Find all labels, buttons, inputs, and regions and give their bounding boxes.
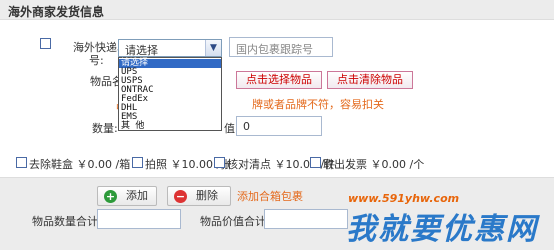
value-total-input[interactable] <box>264 209 348 229</box>
add-button-label: 添加 <box>126 189 148 202</box>
section-title: 海外商家发货信息 <box>8 5 105 19</box>
clear-goods-button[interactable]: 点击清除物品 <box>327 71 413 89</box>
goods-warning: 牌或者品牌不符，容易扣关 <box>252 98 384 111</box>
domestic-tracking-input[interactable]: 国内包裹跟踪号 <box>229 37 333 57</box>
fee-checkbox-photo[interactable] <box>132 157 143 168</box>
qty-label: 数量: <box>92 122 118 135</box>
fee-checkbox-check[interactable] <box>214 157 225 168</box>
add-button[interactable]: + 添加 <box>97 186 157 206</box>
tracking-label-cont: 号: <box>89 54 104 67</box>
pick-goods-button[interactable]: 点击选择物品 <box>236 71 322 89</box>
tracking-checkbox[interactable] <box>40 38 51 49</box>
fee-checkbox-shoebox[interactable] <box>16 157 27 168</box>
fee-checkbox-invoice[interactable] <box>310 157 321 168</box>
carrier-select-value: 请选择 <box>125 44 158 57</box>
watermark-text: 我就要优惠网 <box>346 212 538 247</box>
carrier-option[interactable]: 其 他 <box>119 122 221 131</box>
fee-shoebox-label: 去除鞋盒 ￥0.00 /箱 <box>29 158 131 171</box>
qty-total-input[interactable] <box>97 209 181 229</box>
fee-invoice-label: 取出发票 ￥0.00 /个 <box>323 158 425 171</box>
value-input-text: 0 <box>243 120 250 133</box>
add-combined-link[interactable]: 添加合箱包裹 <box>237 188 303 204</box>
plus-icon: + <box>104 190 117 203</box>
value-input[interactable]: 0 <box>236 116 322 136</box>
delete-button-label: 删除 <box>196 189 218 202</box>
minus-icon: − <box>174 190 187 203</box>
section-header: 海外商家发货信息 <box>0 0 554 20</box>
carrier-dropdown-list[interactable]: 请选择 UPS USPS ONTRAC FedEx DHL EMS 其 他 <box>118 57 222 131</box>
chevron-down-icon[interactable]: ▼ <box>205 40 221 56</box>
value-total-label: 物品价值合计: <box>200 215 270 228</box>
carrier-select[interactable]: 请选择 ▼ <box>118 39 222 57</box>
domestic-tracking-placeholder: 国内包裹跟踪号 <box>236 43 313 56</box>
delete-button[interactable]: − 删除 <box>167 186 231 206</box>
qty-total-label: 物品数量合计: <box>32 215 102 228</box>
